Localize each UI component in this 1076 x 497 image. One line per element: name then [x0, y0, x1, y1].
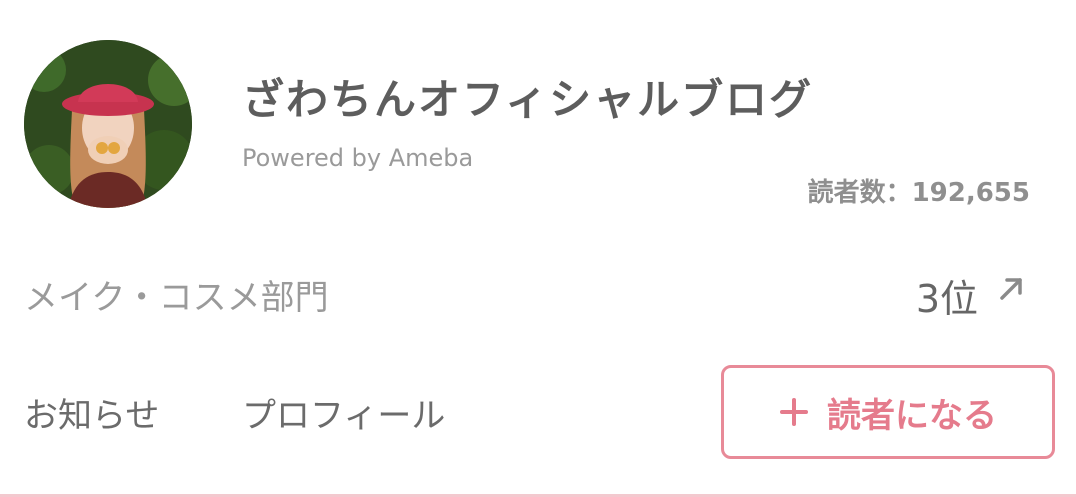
- blog-avatar[interactable]: [24, 40, 192, 208]
- arrow-up-right-icon: [1000, 278, 1022, 300]
- avatar-image: [24, 40, 192, 208]
- blog-header-card: ざわちんオフィシャルブログ Powered by Ameba 読者数：192,6…: [0, 0, 1076, 497]
- nav-profile-link[interactable]: プロフィール: [242, 388, 445, 437]
- powered-by-label: Powered by Ameba: [242, 144, 474, 172]
- follow-button[interactable]: 読者になる: [721, 365, 1055, 459]
- follow-button-label: 読者になる: [827, 395, 997, 436]
- ranking-position[interactable]: 3位: [916, 268, 978, 323]
- reader-count: 読者数：192,655: [807, 178, 1030, 208]
- ranking-category[interactable]: メイク・コスメ部門: [24, 270, 329, 319]
- plus-icon: [780, 398, 808, 426]
- blog-title[interactable]: ざわちんオフィシャルブログ: [242, 66, 813, 127]
- nav-news-link[interactable]: お知らせ: [24, 388, 159, 437]
